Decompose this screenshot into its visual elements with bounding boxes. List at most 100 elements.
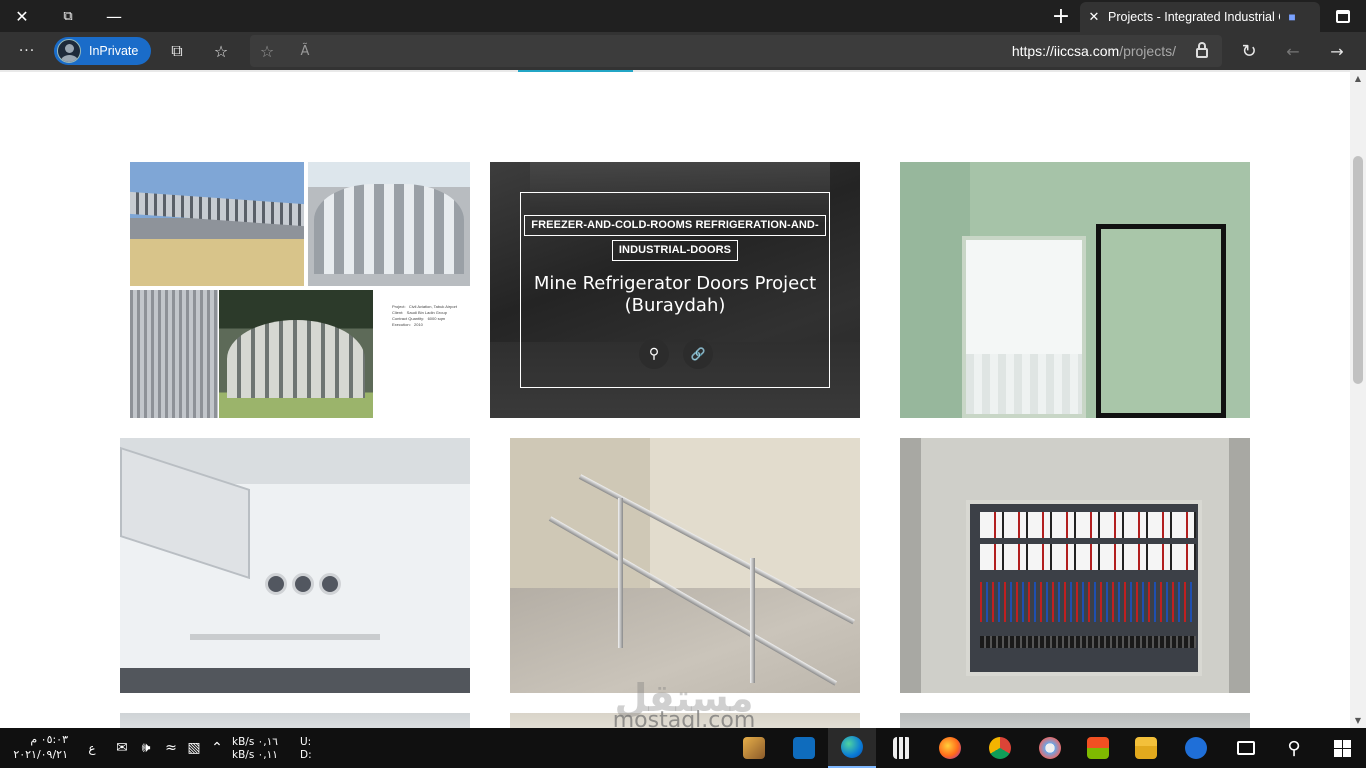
refresh-icon[interactable]: ↻ bbox=[1232, 36, 1266, 66]
add-favorite-icon[interactable]: ☆ bbox=[250, 35, 284, 67]
palette-icon bbox=[1039, 737, 1061, 759]
project-title[interactable]: Mine Refrigerator Doors Project (Burayda… bbox=[521, 273, 829, 317]
firefox-icon bbox=[939, 737, 961, 759]
profile-avatar-icon bbox=[57, 39, 81, 63]
volume-icon[interactable]: 🕪 bbox=[136, 738, 156, 758]
scrollbar-thumb[interactable] bbox=[1353, 156, 1363, 384]
scroll-up-arrow-icon[interactable]: ▲ bbox=[1350, 70, 1366, 86]
taskbar-app-outlook[interactable] bbox=[780, 728, 828, 768]
fan bbox=[265, 573, 287, 595]
rail-post bbox=[750, 558, 755, 683]
project-image: Project: Civil Aviation, Tabuk Airport C… bbox=[120, 162, 470, 418]
settings-more-button[interactable]: ··· bbox=[10, 36, 44, 66]
terminal-strip bbox=[980, 636, 1196, 648]
collage-photo bbox=[130, 162, 304, 286]
breaker-row bbox=[980, 512, 1196, 538]
task-view-button[interactable] bbox=[1222, 728, 1270, 768]
fan bbox=[319, 573, 341, 595]
breaker-row bbox=[980, 544, 1196, 570]
drive-d-label: D: bbox=[300, 749, 312, 761]
start-button[interactable] bbox=[1318, 728, 1366, 768]
table bbox=[190, 634, 380, 640]
show-hidden-icons-chevron-icon[interactable]: ⌃ bbox=[207, 738, 227, 758]
search-button[interactable]: ⚲ bbox=[1270, 728, 1318, 768]
project-tile-cold-room-door[interactable] bbox=[900, 162, 1250, 418]
project-tile[interactable] bbox=[900, 713, 1250, 728]
input-language-indicator[interactable]: ع bbox=[82, 738, 102, 758]
lock-icon[interactable] bbox=[1196, 42, 1208, 58]
zoom-search-icon[interactable]: ⚲ bbox=[639, 339, 669, 369]
project-tile-evaporator[interactable] bbox=[120, 438, 470, 693]
taskbar-app-sync[interactable] bbox=[1172, 728, 1220, 768]
taskbar-app-edge[interactable] bbox=[828, 728, 876, 768]
taskbar-clock[interactable]: ٠٥:٠٣ م ٢٠٢١/٠٩/٢١ bbox=[8, 732, 68, 762]
notifications-icon[interactable]: ✉ bbox=[112, 738, 132, 758]
project-category-tag[interactable]: INDUSTRIAL-DOORS bbox=[611, 240, 739, 261]
tab-close-icon[interactable]: ✕ bbox=[1080, 10, 1108, 25]
new-tab-button[interactable]: + bbox=[1044, 0, 1078, 32]
window-restore-button[interactable]: ⧉ bbox=[46, 0, 90, 32]
inprivate-label: InPrivate bbox=[89, 44, 139, 58]
fan bbox=[292, 573, 314, 595]
url-domain: https://iiccsa.com bbox=[1011, 43, 1120, 59]
url-text[interactable]: https://iiccsa.com/projects/ bbox=[1012, 43, 1176, 59]
taskbar-app-calculator[interactable] bbox=[878, 728, 926, 768]
clock-date: ٢٠٢١/٠٩/٢١ bbox=[13, 748, 68, 761]
search-icon: ⚲ bbox=[1287, 737, 1301, 759]
battery-icon[interactable]: ▧ bbox=[184, 738, 204, 758]
network-icon[interactable]: ≈ bbox=[161, 738, 181, 758]
window-close-button[interactable]: ✕ bbox=[0, 0, 44, 32]
project-actions: ⚲ 🔗 bbox=[521, 339, 831, 369]
project-category-tag[interactable]: FREEZER-AND-COLD-ROOMS REFRIGERATION-AND… bbox=[524, 215, 826, 236]
project-categories: FREEZER-AND-COLD-ROOMS REFRIGERATION-AND… bbox=[521, 215, 829, 261]
scroll-down-arrow-icon[interactable]: ▼ bbox=[1350, 712, 1366, 728]
nav-active-indicator bbox=[518, 70, 633, 72]
project-tile-railing[interactable] bbox=[510, 438, 860, 693]
rail-post bbox=[618, 498, 623, 648]
back-arrow-icon[interactable]: ← bbox=[1276, 36, 1310, 66]
favorites-star-icon[interactable]: ☆ bbox=[204, 36, 238, 66]
project-tile-featured[interactable]: FREEZER-AND-COLD-ROOMS REFRIGERATION-AND… bbox=[490, 162, 860, 418]
taskbar-app-firefox[interactable] bbox=[926, 728, 974, 768]
browser-titlebar: ✕ ⧉ — + ✕ Projects - Integrated Industri… bbox=[0, 0, 1366, 32]
browser-toolbar: ··· InPrivate ⧉ ☆ ☆ Ã https://iiccsa.co… bbox=[0, 32, 1366, 70]
window-minimize-button[interactable]: — bbox=[92, 0, 136, 32]
url-path: /projects/ bbox=[1119, 43, 1176, 59]
tab-actions-button[interactable] bbox=[1326, 0, 1360, 32]
tab-media-icon[interactable]: ■ bbox=[1280, 10, 1304, 24]
taskbar-app-paint[interactable] bbox=[730, 728, 778, 768]
collections-icon[interactable]: ⧉ bbox=[160, 36, 194, 66]
net-speed-down: kB/s ٠,١١ bbox=[232, 749, 278, 761]
read-aloud-icon[interactable]: Ã bbox=[288, 35, 322, 67]
taskbar-app-file-explorer[interactable] bbox=[1122, 728, 1170, 768]
inprivate-profile-button[interactable]: InPrivate bbox=[54, 37, 151, 65]
page-viewport: Project: Civil Aviation, Tabuk Airport C… bbox=[0, 70, 1350, 728]
cold-room-opening bbox=[962, 236, 1086, 418]
calculator-icon bbox=[893, 737, 911, 759]
paint-app-icon bbox=[743, 737, 765, 759]
task-view-icon bbox=[1237, 741, 1255, 755]
windows-logo-icon bbox=[1333, 739, 1351, 757]
taskbar-app-chrome[interactable] bbox=[976, 728, 1024, 768]
chrome-icon bbox=[989, 737, 1011, 759]
taskbar-app-paint-3d[interactable] bbox=[1026, 728, 1074, 768]
taskbar-app-store[interactable] bbox=[1074, 728, 1122, 768]
wiring bbox=[980, 582, 1196, 622]
door-panel bbox=[1096, 224, 1226, 418]
address-bar[interactable]: ☆ Ã https://iiccsa.com/projects/ bbox=[250, 35, 1222, 67]
floor bbox=[120, 668, 470, 693]
nav-menu-divider bbox=[0, 70, 1350, 72]
collage-photo bbox=[219, 290, 373, 418]
project-tile-electrical-panel[interactable] bbox=[900, 438, 1250, 693]
project-tile[interactable] bbox=[120, 713, 470, 728]
tab-projects[interactable]: ✕ Projects - Integrated Industrial C ■ bbox=[1080, 2, 1320, 32]
project-hover-overlay: FREEZER-AND-COLD-ROOMS REFRIGERATION-AND… bbox=[520, 192, 830, 388]
project-tile-airport-collage[interactable]: Project: Civil Aviation, Tabuk Airport C… bbox=[120, 162, 470, 418]
page-scrollbar[interactable]: ▲ ▼ bbox=[1350, 70, 1366, 728]
edge-icon bbox=[841, 736, 863, 758]
link-icon[interactable]: 🔗 bbox=[683, 339, 713, 369]
forward-arrow-icon[interactable]: → bbox=[1320, 36, 1354, 66]
sync-icon bbox=[1185, 737, 1207, 759]
tab-title: Projects - Integrated Industrial C bbox=[1108, 10, 1280, 24]
folder-icon bbox=[1135, 737, 1157, 759]
